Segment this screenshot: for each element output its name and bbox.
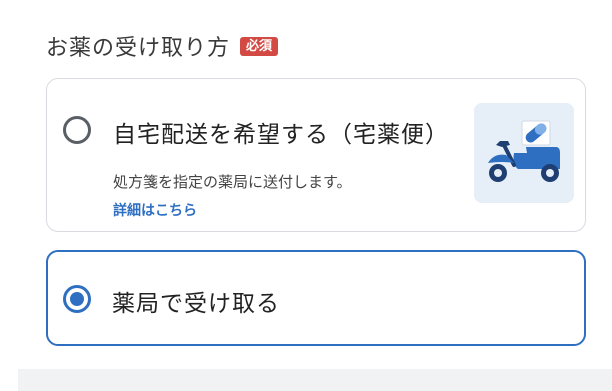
option-home-delivery-description: 処方箋を指定の薬局に送付します。 [113, 173, 352, 191]
required-badge: 必須 [240, 36, 279, 56]
scooter-delivery-icon [474, 103, 574, 203]
radio-home-delivery[interactable] [63, 116, 91, 144]
section-divider [18, 369, 612, 391]
option-home-delivery[interactable]: 自宅配送を希望する（宅薬便） 処方箋を指定の薬局に送付します。 詳細はこちら [46, 78, 586, 232]
option-pharmacy-pickup-title: 薬局で受け取る [112, 291, 280, 317]
detail-link[interactable]: 詳細はこちら [113, 200, 197, 220]
option-pharmacy-pickup[interactable]: 薬局で受け取る [46, 250, 586, 346]
radio-selected-dot [70, 292, 84, 306]
section-title: お薬の受け取り方 [46, 36, 231, 61]
medicine-receipt-form: お薬の受け取り方 必須 自宅配送を希望する（宅薬便） 処方箋を指定の薬局に送付し… [0, 0, 612, 391]
section-heading: お薬の受け取り方 必須 [46, 30, 279, 62]
option-home-delivery-title: 自宅配送を希望する（宅薬便） [113, 122, 449, 148]
scooter-delivery-graphic [488, 120, 560, 182]
radio-pharmacy-pickup[interactable] [63, 285, 91, 313]
